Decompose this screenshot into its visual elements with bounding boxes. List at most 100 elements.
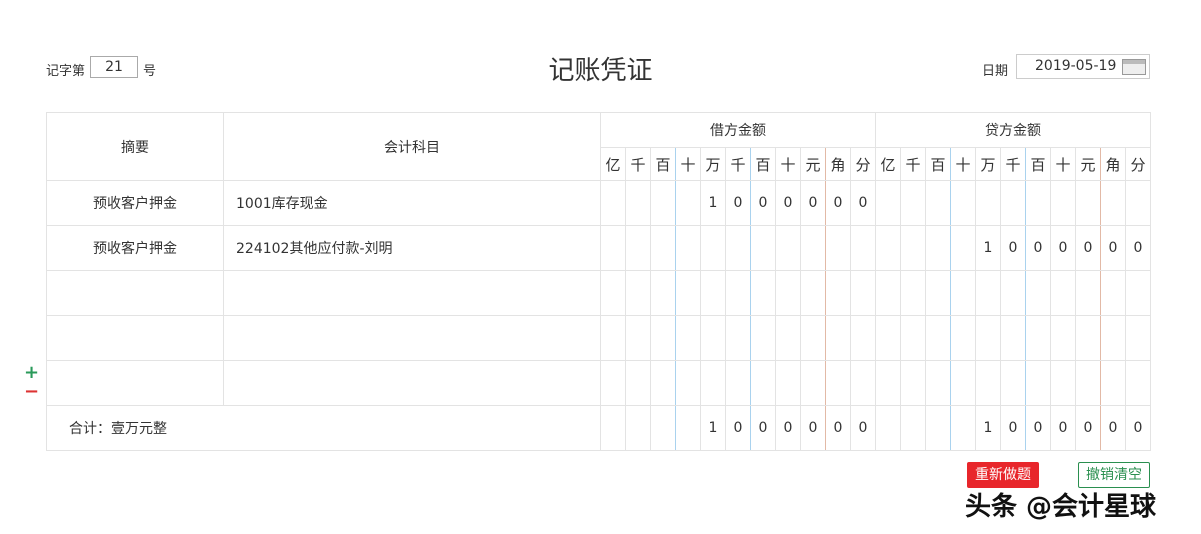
credit-digit-cell[interactable]	[1000, 360, 1026, 406]
debit-digit-cell[interactable]	[675, 180, 701, 226]
credit-digit-cell[interactable]: 0	[1025, 225, 1051, 271]
debit-digit-cell[interactable]	[700, 360, 726, 406]
debit-digit-cell[interactable]	[600, 315, 626, 361]
summary-cell[interactable]	[46, 360, 224, 406]
debit-digit-cell[interactable]	[625, 360, 651, 406]
credit-digit-cell[interactable]	[875, 315, 901, 361]
credit-digit-cell[interactable]	[1025, 315, 1051, 361]
credit-digit-cell[interactable]	[925, 270, 951, 316]
debit-digit-cell[interactable]: 0	[750, 405, 776, 451]
credit-digit-cell[interactable]	[900, 270, 926, 316]
credit-digit-cell[interactable]	[975, 360, 1001, 406]
credit-digit-cell[interactable]: 0	[1100, 225, 1126, 271]
debit-digit-cell[interactable]	[725, 270, 751, 316]
debit-digit-cell[interactable]: 1	[700, 180, 726, 226]
debit-digit-cell[interactable]	[650, 315, 676, 361]
debit-digit-cell[interactable]	[750, 360, 776, 406]
credit-digit-cell[interactable]	[1125, 270, 1151, 316]
credit-digit-cell[interactable]: 0	[1000, 405, 1026, 451]
credit-digit-cell[interactable]	[925, 180, 951, 226]
credit-digit-cell[interactable]: 0	[1125, 405, 1151, 451]
debit-digit-cell[interactable]	[675, 405, 701, 451]
debit-digit-cell[interactable]	[625, 225, 651, 271]
credit-digit-cell[interactable]	[1050, 270, 1076, 316]
credit-digit-cell[interactable]	[1075, 360, 1101, 406]
credit-digit-cell[interactable]	[875, 180, 901, 226]
credit-digit-cell[interactable]	[875, 405, 901, 451]
credit-digit-cell[interactable]	[1050, 180, 1076, 226]
clear-button[interactable]: 撤销清空	[1078, 462, 1150, 488]
debit-digit-cell[interactable]	[750, 315, 776, 361]
debit-digit-cell[interactable]	[775, 315, 801, 361]
debit-digit-cell[interactable]	[700, 270, 726, 316]
credit-digit-cell[interactable]	[1125, 315, 1151, 361]
debit-digit-cell[interactable]	[850, 315, 876, 361]
credit-digit-cell[interactable]	[900, 315, 926, 361]
credit-digit-cell[interactable]	[1000, 270, 1026, 316]
account-cell[interactable]	[223, 360, 601, 406]
debit-digit-cell[interactable]	[800, 360, 826, 406]
credit-digit-cell[interactable]	[1025, 360, 1051, 406]
credit-digit-cell[interactable]	[950, 180, 976, 226]
credit-digit-cell[interactable]	[950, 270, 976, 316]
credit-digit-cell[interactable]	[1100, 315, 1126, 361]
credit-digit-cell[interactable]: 0	[1000, 225, 1026, 271]
debit-digit-cell[interactable]	[775, 360, 801, 406]
debit-digit-cell[interactable]: 0	[850, 180, 876, 226]
credit-digit-cell[interactable]	[1000, 180, 1026, 226]
debit-digit-cell[interactable]	[725, 360, 751, 406]
debit-digit-cell[interactable]	[675, 270, 701, 316]
debit-digit-cell[interactable]	[600, 360, 626, 406]
credit-digit-cell[interactable]: 0	[1050, 225, 1076, 271]
debit-digit-cell[interactable]: 0	[750, 180, 776, 226]
credit-digit-cell[interactable]	[1075, 180, 1101, 226]
debit-digit-cell[interactable]: 0	[775, 180, 801, 226]
calendar-icon[interactable]	[1122, 59, 1146, 75]
credit-digit-cell[interactable]	[950, 360, 976, 406]
debit-digit-cell[interactable]: 0	[775, 405, 801, 451]
debit-digit-cell[interactable]	[825, 360, 851, 406]
credit-digit-cell[interactable]	[925, 225, 951, 271]
credit-digit-cell[interactable]	[1050, 315, 1076, 361]
summary-cell[interactable]: 预收客户押金	[46, 225, 224, 271]
remove-row-button[interactable]: −	[24, 381, 39, 402]
debit-digit-cell[interactable]	[775, 225, 801, 271]
credit-digit-cell[interactable]	[950, 315, 976, 361]
credit-digit-cell[interactable]: 0	[1125, 225, 1151, 271]
credit-digit-cell[interactable]	[875, 225, 901, 271]
debit-digit-cell[interactable]	[625, 315, 651, 361]
redo-button[interactable]: 重新做题	[967, 462, 1039, 488]
debit-digit-cell[interactable]	[600, 270, 626, 316]
debit-digit-cell[interactable]	[625, 270, 651, 316]
debit-digit-cell[interactable]: 0	[725, 405, 751, 451]
credit-digit-cell[interactable]	[1025, 180, 1051, 226]
debit-digit-cell[interactable]: 1	[700, 405, 726, 451]
credit-digit-cell[interactable]: 0	[1075, 225, 1101, 271]
debit-digit-cell[interactable]	[675, 315, 701, 361]
credit-digit-cell[interactable]	[925, 405, 951, 451]
debit-digit-cell[interactable]	[650, 225, 676, 271]
debit-digit-cell[interactable]	[700, 315, 726, 361]
credit-digit-cell[interactable]	[975, 270, 1001, 316]
debit-digit-cell[interactable]	[650, 360, 676, 406]
date-input[interactable]: 2019-05-19	[1016, 54, 1150, 79]
add-row-button[interactable]: +	[24, 362, 39, 383]
account-cell[interactable]	[223, 270, 601, 316]
debit-digit-cell[interactable]	[650, 405, 676, 451]
debit-digit-cell[interactable]	[600, 405, 626, 451]
credit-digit-cell[interactable]	[875, 360, 901, 406]
credit-digit-cell[interactable]	[1100, 270, 1126, 316]
credit-digit-cell[interactable]	[1125, 360, 1151, 406]
debit-digit-cell[interactable]	[600, 180, 626, 226]
credit-digit-cell[interactable]: 0	[1025, 405, 1051, 451]
debit-digit-cell[interactable]	[800, 315, 826, 361]
credit-digit-cell[interactable]	[975, 180, 1001, 226]
credit-digit-cell[interactable]	[900, 360, 926, 406]
debit-digit-cell[interactable]	[650, 270, 676, 316]
debit-digit-cell[interactable]: 0	[800, 405, 826, 451]
debit-digit-cell[interactable]	[725, 225, 751, 271]
credit-digit-cell[interactable]	[975, 315, 1001, 361]
debit-digit-cell[interactable]	[750, 225, 776, 271]
debit-digit-cell[interactable]: 0	[725, 180, 751, 226]
debit-digit-cell[interactable]	[825, 315, 851, 361]
